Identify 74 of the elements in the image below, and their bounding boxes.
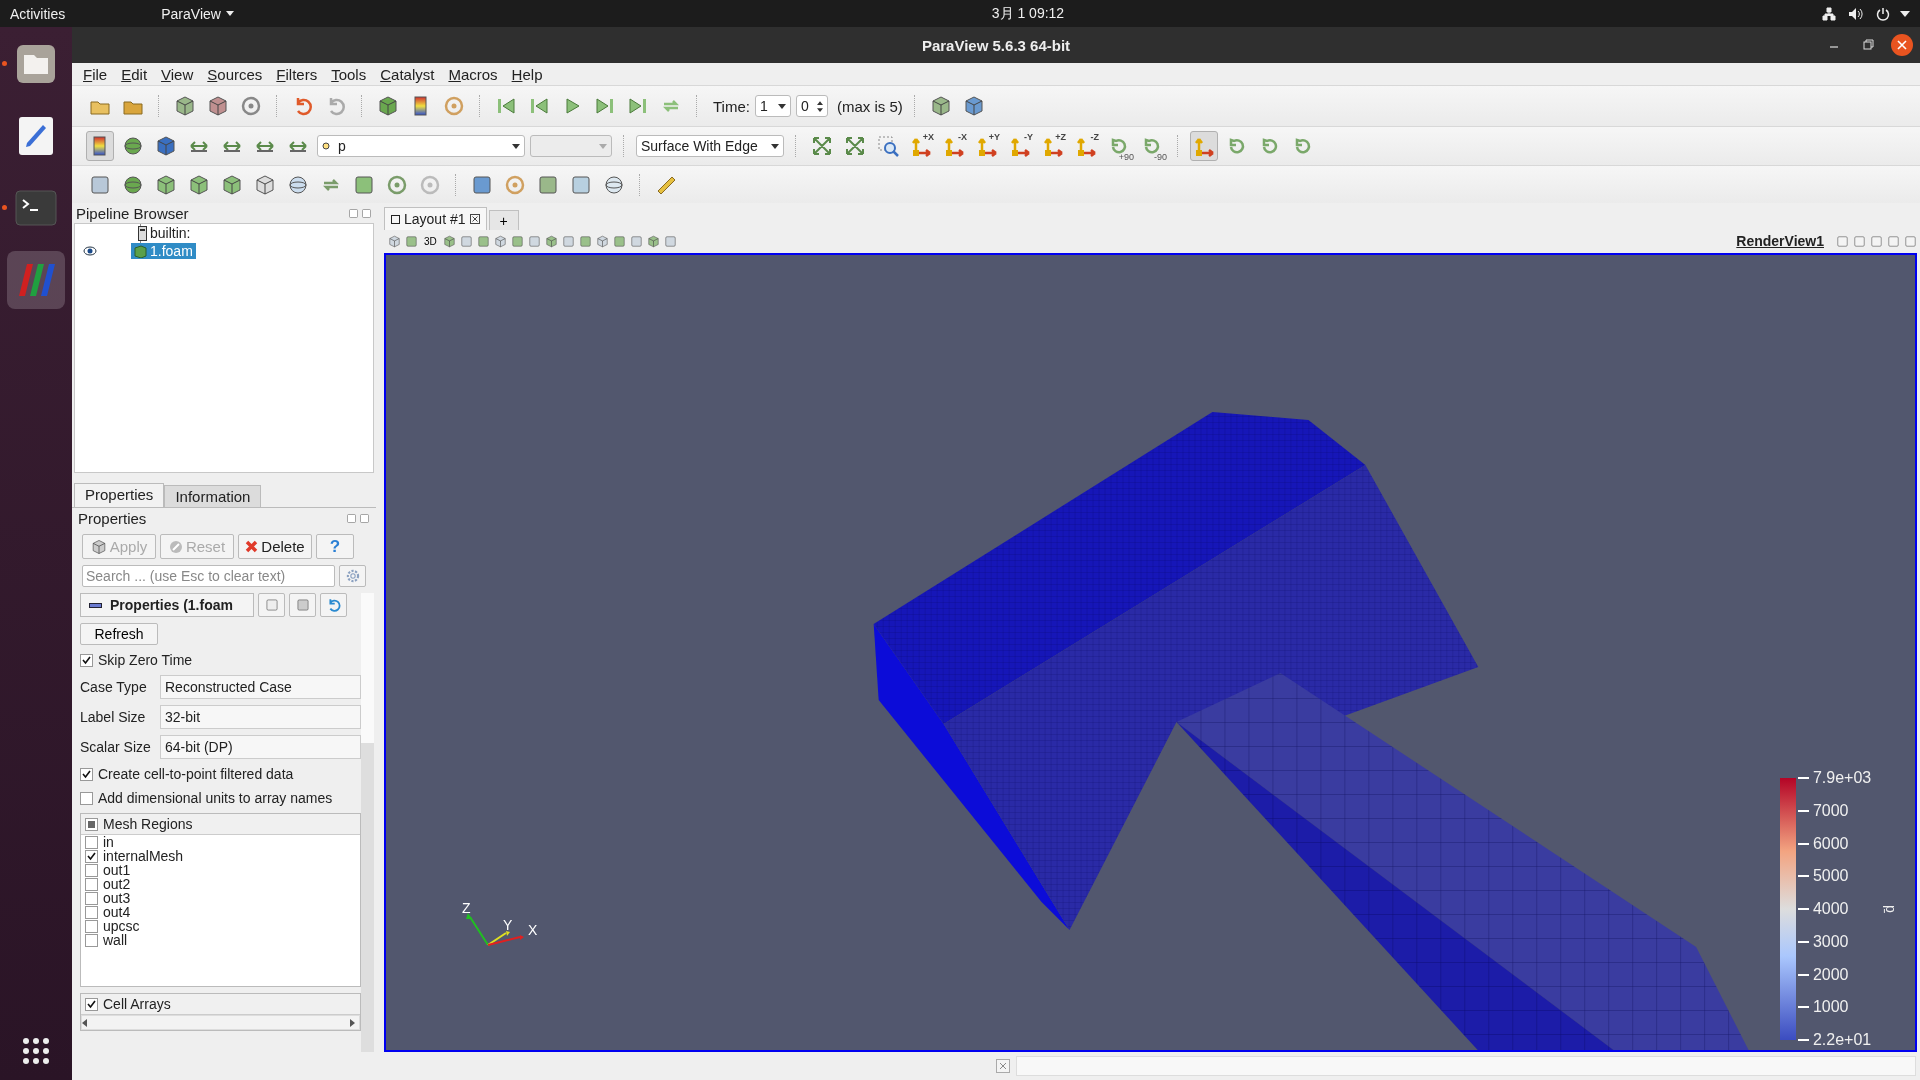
menu-item[interactable]: File [78, 65, 113, 83]
rotate-button[interactable]: -90 [1138, 131, 1166, 161]
menu-item[interactable]: Filters [271, 65, 323, 83]
delete-button[interactable]: Delete [238, 534, 312, 559]
list-header: Cell Arrays [103, 996, 171, 1012]
legend-tick-label: 6000 [1797, 834, 1872, 853]
app-menu[interactable]: ParaView [161, 5, 221, 22]
time-select[interactable]: 1 [754, 95, 791, 117]
set-view-button[interactable]: +Y [973, 131, 1001, 161]
list-item-label: upcsc [103, 918, 140, 934]
mode-button[interactable]: 3D [422, 235, 439, 247]
menu-item[interactable]: Edit [116, 65, 153, 83]
layout-tab[interactable]: Layout #1 [384, 207, 487, 230]
checkbox-label: Create cell-to-point filtered data [98, 766, 294, 782]
menu-item[interactable]: Macros [443, 65, 503, 83]
list-item-label: wall [103, 932, 128, 948]
window-title: ParaView 5.6.3 64-bit [921, 36, 1071, 54]
legend-tick-label: 2.2e+01 [1797, 1031, 1872, 1049]
set-view-button[interactable]: -X [940, 131, 968, 161]
rotate-button[interactable]: +90 [1105, 131, 1133, 161]
view-name: RenderView1 [1736, 233, 1824, 249]
select-field[interactable]: 64-bit (DP) [160, 735, 361, 759]
panel-title: Pipeline Browser [76, 204, 189, 222]
checkbox-label: Add dimensional units to array names [98, 790, 333, 806]
list-item-label: in [103, 834, 114, 850]
set-view-button[interactable]: +X [907, 131, 935, 161]
legend-tick-label: 3000 [1797, 932, 1872, 951]
checkbox-label: Skip Zero Time [98, 652, 193, 668]
section-header[interactable]: Properties (1.foam [80, 593, 254, 617]
panel-tab[interactable]: Properties [74, 483, 165, 507]
legend-tick-label: 7.9e+03 [1797, 769, 1872, 787]
activities-button[interactable]: Activities [10, 5, 66, 22]
list-item-label: out3 [103, 890, 131, 906]
help-button[interactable]: ? [316, 534, 354, 559]
field-label: Label Size [80, 709, 147, 725]
clock[interactable]: 3月 1 09:12 [991, 4, 1065, 23]
set-view-button[interactable]: -Y [1006, 131, 1034, 161]
axis-label: Z [462, 900, 471, 916]
list-header: Mesh Regions [103, 816, 193, 832]
axis-label: Y [503, 917, 513, 933]
menu-item[interactable]: Help [506, 65, 548, 83]
menu-item[interactable]: View [156, 65, 199, 83]
array-select[interactable]: p [317, 135, 525, 157]
time-step-field[interactable]: 0 [795, 95, 828, 117]
time-label: Time: [713, 97, 750, 115]
legend-tick-label: 2000 [1797, 965, 1872, 984]
field-label: Scalar Size [80, 739, 152, 755]
select-field[interactable]: 32-bit [160, 705, 361, 729]
menu-item[interactable]: Sources [202, 65, 268, 83]
legend-tick-label: 1000 [1797, 998, 1872, 1017]
list-item-label: internalMesh [103, 848, 184, 864]
list-item-label: out1 [103, 862, 131, 878]
panel-title: Properties [78, 509, 147, 527]
pipeline-item[interactable]: 1.foam [131, 243, 196, 259]
menu-item[interactable]: Tools [326, 65, 372, 83]
pipeline-item[interactable]: builtin: [135, 225, 194, 241]
refresh-button[interactable]: Refresh [80, 623, 158, 645]
legend-tick-label: 5000 [1797, 867, 1872, 886]
legend-tick-label: 4000 [1797, 900, 1872, 918]
field-label: Case Type [80, 679, 148, 695]
select-field[interactable]: Reconstructed Case [160, 675, 361, 699]
panel-tab[interactable]: Information [164, 485, 262, 507]
add-tab-button[interactable]: + [488, 210, 519, 230]
list-item-label: out4 [103, 904, 131, 920]
axis-label: X [528, 922, 538, 938]
legend-tick-label: 7000 [1797, 801, 1872, 820]
representation-select[interactable]: Surface With Edge [636, 135, 784, 157]
menu-item[interactable]: Catalyst [375, 65, 440, 83]
set-view-button[interactable]: +Z [1039, 131, 1067, 161]
set-view-button[interactable]: -Z [1072, 131, 1100, 161]
search-field[interactable]: Search ... (use Esc to clear text) [82, 565, 336, 587]
legend-title: p [1883, 905, 1900, 913]
list-item-label: out2 [103, 876, 131, 892]
time-max-label: (max is 5) [836, 97, 903, 115]
